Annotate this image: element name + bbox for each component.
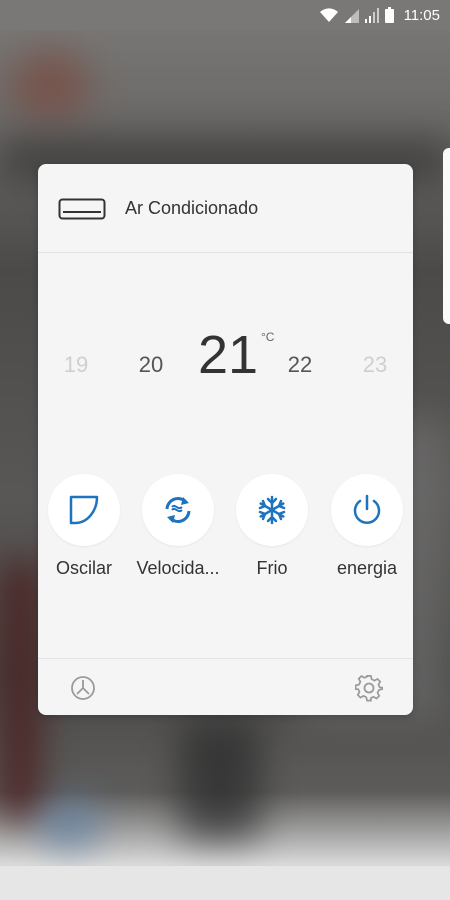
air-conditioner-icon xyxy=(58,198,106,220)
cool-mode-label: Frio xyxy=(256,558,288,578)
swing-icon xyxy=(69,495,99,525)
temperature-unit: °C xyxy=(261,330,275,344)
fan-speed-button[interactable]: Velocida... xyxy=(128,474,228,579)
settings-gear-icon[interactable] xyxy=(355,674,383,702)
wifi-icon xyxy=(319,8,338,22)
cool-mode-button[interactable]: Frio xyxy=(222,474,322,579)
clock-icon[interactable] xyxy=(69,674,97,702)
fan-speed-label: Velocida... xyxy=(136,558,220,578)
current-temperature: 21 xyxy=(197,325,259,385)
status-bar: 11:05 xyxy=(0,0,450,30)
navigation-bar xyxy=(0,866,450,900)
fan-speed-icon xyxy=(165,497,191,523)
power-label: energia xyxy=(336,558,398,578)
power-button[interactable]: energia xyxy=(317,474,413,579)
divider xyxy=(38,252,413,253)
status-time: 11:05 xyxy=(403,6,440,24)
cool-mode-button-circle[interactable] xyxy=(236,474,308,546)
divider xyxy=(38,658,413,659)
side-panel-handle[interactable] xyxy=(443,148,450,324)
temperature-picker[interactable]: 19 20 21 °C 22 23 xyxy=(38,314,413,394)
temperature-option[interactable]: 23 xyxy=(350,352,400,378)
snowflake-icon xyxy=(258,495,286,525)
temperature-option[interactable]: 22 xyxy=(275,352,325,378)
device-title: Ar Condicionado xyxy=(125,198,259,218)
temperature-option[interactable]: 19 xyxy=(51,352,101,378)
temperature-option[interactable]: 20 xyxy=(126,352,176,378)
power-button-circle[interactable] xyxy=(331,474,403,546)
battery-icon xyxy=(384,7,394,23)
signal-weak-icon xyxy=(344,9,359,23)
card-header: Ar Condicionado xyxy=(38,164,413,252)
swing-button-circle[interactable] xyxy=(48,474,120,546)
power-icon xyxy=(353,494,381,524)
signal-icon xyxy=(364,8,379,23)
control-buttons: Oscilar Velocida... Frio energia xyxy=(38,474,413,594)
swing-button[interactable]: Oscilar xyxy=(38,474,134,579)
ac-control-card: Ar Condicionado 19 20 21 °C 22 23 Oscila… xyxy=(38,164,413,715)
swing-label: Oscilar xyxy=(55,558,112,578)
fan-speed-button-circle[interactable] xyxy=(142,474,214,546)
